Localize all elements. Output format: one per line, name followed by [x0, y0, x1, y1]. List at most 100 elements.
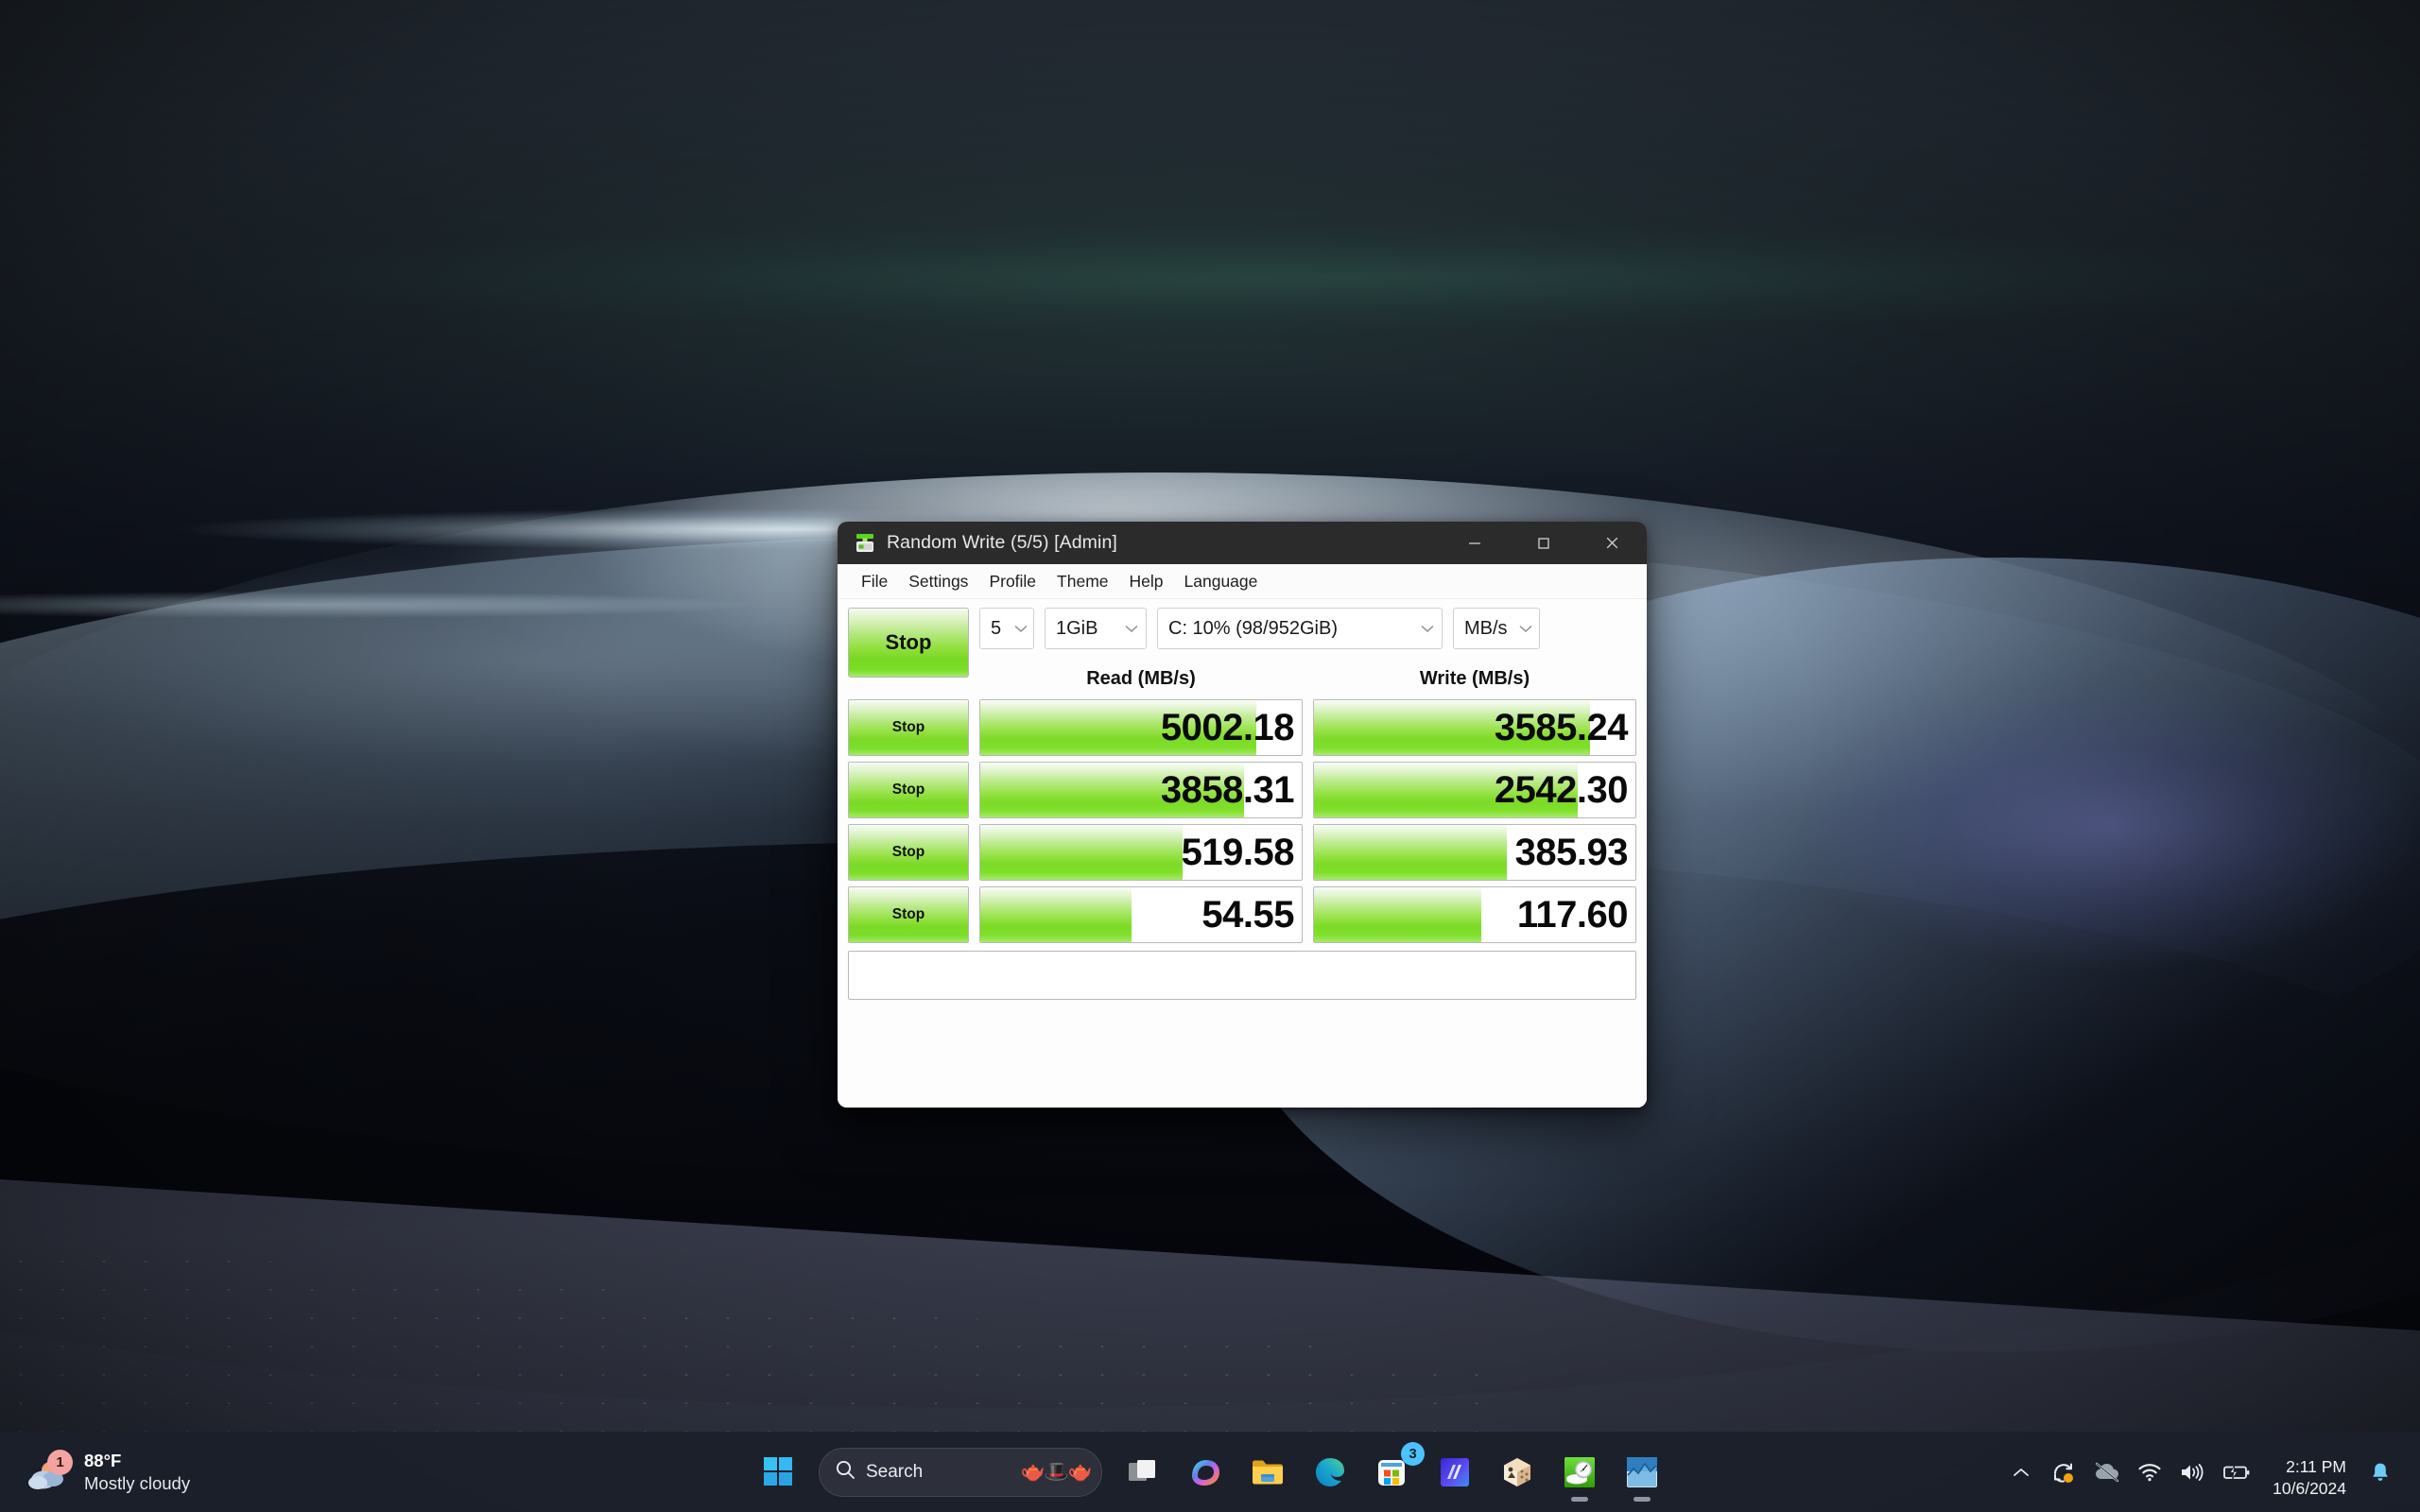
microsoft-store-button[interactable]: 3 — [1361, 1441, 1425, 1503]
window-controls[interactable] — [1440, 522, 1647, 564]
task-view-icon — [1129, 1459, 1155, 1481]
chevron-down-icon — [1009, 609, 1033, 648]
read-column-header: Read (MB/s) — [1086, 667, 1196, 689]
crystaldiskmark-window[interactable]: Random Write (5/5) [Admin] File Settings… — [838, 522, 1647, 1108]
write-result-cell: 3585.24 — [1313, 699, 1636, 756]
search-input[interactable]: Search 🫖🎩🫖 — [819, 1447, 1102, 1497]
tea-party-illustration: 🫖🎩🫖 — [1020, 1460, 1093, 1483]
desktop[interactable]: Random Write (5/5) [Admin] File Settings… — [0, 0, 2420, 1512]
run-all-button[interactable]: Stop — [848, 608, 969, 678]
package-app-button[interactable] — [1486, 1441, 1548, 1503]
window-title: Random Write (5/5) [Admin] — [887, 532, 1117, 553]
test-size-value: 1GiB — [1056, 617, 1098, 639]
test-count-value: 5 — [991, 617, 1002, 639]
row-run-button[interactable]: Stop — [848, 699, 969, 756]
write-value: 385.93 — [1514, 831, 1629, 873]
row-run-button[interactable]: Stop — [848, 886, 969, 943]
write-result-cell: 117.60 — [1313, 886, 1636, 943]
tray-overflow-button[interactable] — [2002, 1444, 2040, 1501]
copilot-icon — [1191, 1459, 1220, 1486]
window-titlebar[interactable]: Random Write (5/5) [Admin] — [838, 522, 1647, 564]
disk-drive-icon — [854, 532, 876, 555]
chevron-down-icon — [1513, 609, 1539, 648]
menu-file[interactable]: File — [851, 569, 898, 594]
clock[interactable]: 2:11 PM 10/6/2024 — [2261, 1445, 2358, 1500]
close-button[interactable] — [1578, 522, 1647, 564]
test-count-dropdown[interactable]: 5 — [979, 608, 1034, 649]
status-bar[interactable] — [848, 951, 1636, 1000]
clipchamp-icon — [1441, 1457, 1469, 1486]
minimize-button[interactable] — [1440, 522, 1509, 564]
notifications-button[interactable] — [2361, 1444, 2399, 1501]
clock-date: 10/6/2024 — [2273, 1478, 2346, 1498]
clock-time: 2:11 PM — [2286, 1456, 2346, 1476]
weather-text: 88°F Mostly cloudy — [84, 1450, 190, 1494]
menu-theme[interactable]: Theme — [1046, 569, 1118, 594]
write-value: 2542.30 — [1494, 768, 1629, 811]
sync-icon — [2054, 1463, 2074, 1483]
table-row[interactable]: Stop 54.55 117.60 — [848, 886, 1636, 943]
read-result-cell: 54.55 — [979, 886, 1303, 943]
row-run-button[interactable]: Stop — [848, 762, 969, 818]
battery-button[interactable] — [2216, 1444, 2257, 1501]
onedrive-button[interactable] — [2087, 1444, 2127, 1501]
read-result-cell: 5002.18 — [979, 699, 1303, 756]
read-value: 519.58 — [1181, 831, 1295, 873]
speaker-icon — [2182, 1463, 2204, 1481]
start-button[interactable] — [747, 1441, 809, 1503]
window-menubar[interactable]: File Settings Profile Theme Help Languag… — [838, 564, 1647, 599]
network-button[interactable] — [2131, 1444, 2169, 1501]
edge-icon — [1316, 1457, 1344, 1486]
weather-temperature: 88°F — [84, 1451, 122, 1471]
row-run-button[interactable]: Stop — [848, 824, 969, 881]
write-column-header: Write (MB/s) — [1419, 667, 1530, 689]
bell-icon — [2373, 1463, 2388, 1481]
task-view-button[interactable] — [1112, 1441, 1174, 1503]
volume-button[interactable] — [2172, 1444, 2212, 1501]
cloud-icon: 1 — [25, 1449, 73, 1492]
menu-help[interactable]: Help — [1119, 569, 1174, 594]
table-row[interactable]: Stop 519.58 385.93 — [848, 824, 1636, 881]
sync-status-button[interactable] — [2044, 1444, 2083, 1501]
table-row[interactable]: Stop 3858.31 2542.30 — [848, 762, 1636, 818]
performance-app-button[interactable] — [1611, 1441, 1673, 1503]
system-tray[interactable]: 2:11 PM 10/6/2024 — [2002, 1444, 2420, 1501]
copilot-button[interactable] — [1174, 1441, 1236, 1503]
weather-widget[interactable]: 1 88°F Mostly cloudy — [25, 1449, 190, 1494]
notification-badge: 1 — [47, 1449, 73, 1475]
crystaldiskmark-icon — [1564, 1456, 1595, 1487]
search-icon — [835, 1459, 856, 1485]
clipchamp-button[interactable] — [1424, 1441, 1486, 1503]
chevron-up-icon — [2014, 1468, 2030, 1476]
microsoft-edge-button[interactable] — [1299, 1441, 1361, 1503]
read-result-cell: 3858.31 — [979, 762, 1303, 818]
store-badge: 3 — [1401, 1441, 1425, 1466]
read-value: 5002.18 — [1160, 706, 1295, 748]
write-value: 117.60 — [1516, 893, 1629, 936]
file-explorer-button[interactable] — [1236, 1441, 1299, 1503]
read-value: 3858.31 — [1160, 768, 1295, 811]
windows-logo-icon — [763, 1457, 792, 1486]
menu-settings[interactable]: Settings — [898, 569, 978, 594]
test-size-dropdown[interactable]: 1GiB — [1045, 608, 1147, 649]
unit-dropdown[interactable]: MB/s — [1453, 608, 1540, 649]
chart-icon — [1627, 1456, 1657, 1487]
wifi-icon — [2138, 1464, 2161, 1482]
taskbar-center-cluster[interactable]: Search 🫖🎩🫖 3 — [747, 1441, 1673, 1503]
crystaldiskmark-button[interactable] — [1548, 1441, 1611, 1503]
maximize-button[interactable] — [1509, 522, 1578, 564]
window-body: Stop 5 1GiB C: 10% (98/952GiB) MB/s Read… — [838, 599, 1647, 1108]
taskbar[interactable]: 1 88°F Mostly cloudy Search 🫖🎩🫖 3 2:11 P… — [0, 1432, 2420, 1512]
unit-value: MB/s — [1464, 617, 1508, 639]
chevron-down-icon — [1117, 609, 1146, 648]
menu-language[interactable]: Language — [1174, 569, 1269, 594]
menu-profile[interactable]: Profile — [978, 569, 1046, 594]
battery-charging-icon — [2223, 1464, 2250, 1480]
box-icon — [1504, 1457, 1530, 1486]
benchmark-toolbar[interactable]: Stop 5 1GiB C: 10% (98/952GiB) MB/s — [848, 608, 1636, 678]
write-result-cell: 2542.30 — [1313, 762, 1636, 818]
target-drive-dropdown[interactable]: C: 10% (98/952GiB) — [1157, 608, 1443, 649]
table-row[interactable]: Stop 5002.18 3585.24 — [848, 699, 1636, 756]
onedrive-offline-icon — [2095, 1462, 2119, 1482]
chevron-down-icon — [1413, 609, 1442, 648]
